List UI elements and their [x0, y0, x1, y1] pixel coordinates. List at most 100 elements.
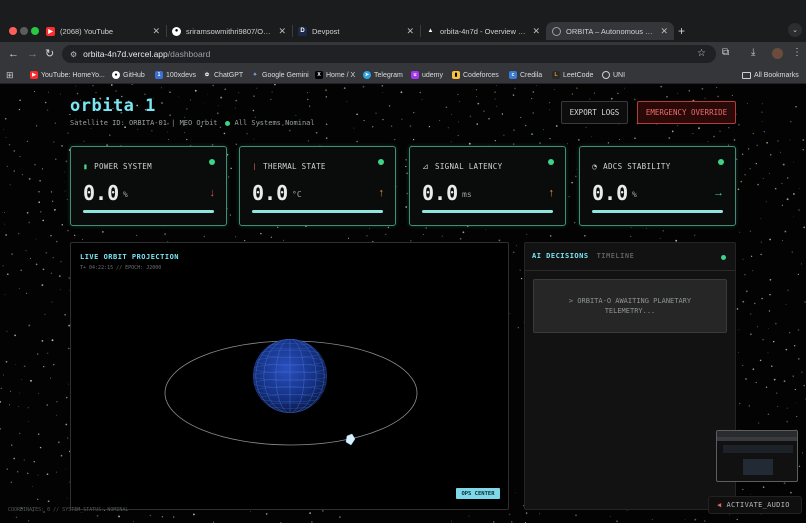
level-bar	[252, 210, 383, 213]
signal-latency-card: ⊿ SIGNAL LATENCY 0.0 ms ↑	[409, 146, 566, 226]
orbit-scene[interactable]	[71, 243, 510, 511]
card-unit: %	[632, 190, 637, 199]
trend-down-arrow-icon: ↓	[209, 187, 216, 199]
card-value: 0.0	[252, 181, 289, 205]
close-tab-icon[interactable]: ✕	[532, 26, 540, 37]
status-indicator-dot	[224, 120, 230, 126]
power-system-card: ▮ POWER SYSTEM 0.0 % ↓	[70, 146, 227, 226]
audio-button-label: ACTIVATE_AUDIO	[726, 501, 790, 509]
card-label: POWER SYSTEM	[94, 162, 152, 171]
browser-tab-vercel[interactable]: ▲ orbita-4n7d - Overview – Ve ✕	[420, 22, 546, 40]
browser-tab-youtube[interactable]: ▶ (2068) YouTube ✕	[40, 22, 166, 40]
extensions-icon[interactable]: ⧉	[722, 47, 729, 58]
bookmarks-bar: ⊞ ▶ YouTube: HomeYo... ● GitHub 1 100xdevs …	[0, 66, 806, 84]
trend-up-arrow-icon: ↑	[378, 187, 385, 199]
bookmark-100xdevs[interactable]: 1 100xdevs	[155, 69, 196, 81]
x-icon: X	[315, 71, 323, 79]
all-bookmarks-folder[interactable]: All Bookmarks	[742, 69, 799, 81]
gemini-icon: ✦	[252, 72, 258, 78]
profile-avatar[interactable]	[772, 48, 783, 59]
close-tab-icon[interactable]: ✕	[152, 26, 160, 37]
telemetry-waiting-message: > ORBITA-O AWAITING PLANETARY TELEMETRY.…	[533, 279, 727, 333]
credila-icon: c	[509, 71, 517, 79]
bookmark-leetcode[interactable]: L LeetCode	[552, 69, 593, 81]
tab-label: ORBITA – Autonomous Space	[566, 26, 655, 36]
tab-label: (2068) YouTube	[60, 26, 114, 36]
satellite-id-text: Satellite ID: ORBITA-01 | MEO Orbit	[70, 119, 218, 127]
bookmark-credila[interactable]: c Credila	[509, 69, 542, 81]
minimize-window-button[interactable]	[20, 27, 28, 35]
vercel-icon: ▲	[427, 28, 434, 34]
new-tab-button[interactable]: +	[678, 24, 685, 38]
status-indicator-dot	[721, 255, 726, 260]
tab-search-chevron-icon[interactable]: ⌄	[788, 23, 802, 37]
orbit-panel-title: LIVE ORBIT PROJECTION	[80, 253, 180, 261]
site-settings-icon[interactable]: ⚙	[70, 50, 77, 59]
maximize-window-button[interactable]	[31, 27, 39, 35]
bookmark-chatgpt[interactable]: ✿ ChatGPT	[203, 69, 243, 81]
bookmark-x[interactable]: X Home / X	[315, 69, 355, 81]
trend-right-arrow-icon: →	[713, 187, 724, 199]
browser-tab-devpost[interactable]: D Devpost ✕	[292, 22, 420, 40]
bookmark-youtube[interactable]: ▶ YouTube: HomeYo...	[30, 69, 105, 81]
url-text: orbita-4n7d.vercel.app/dashboard	[83, 49, 211, 59]
message-line: > ORBITA-O AWAITING PLANETARY	[568, 297, 692, 305]
battery-icon: ▮	[83, 162, 89, 171]
browser-tab-orbita[interactable]: ORBITA – Autonomous Space ✕	[546, 22, 674, 40]
satellite-dish-icon: ⊿	[422, 162, 430, 171]
bookmark-star-icon[interactable]: ☆	[697, 48, 706, 59]
orbit-panel-epoch: T+ 04:22:15 // EPOCH: J2000	[80, 265, 162, 271]
close-tab-icon[interactable]: ✕	[406, 26, 414, 37]
bookmark-codeforces[interactable]: ▮ Codeforces	[452, 69, 499, 81]
level-bar-fill	[422, 210, 553, 213]
speaker-muted-icon: ◀	[717, 501, 722, 509]
close-tab-icon[interactable]: ✕	[660, 26, 668, 37]
close-tab-icon[interactable]: ✕	[278, 26, 286, 37]
card-value: 0.0	[592, 181, 629, 205]
card-label: THERMAL STATE	[263, 162, 326, 171]
forward-arrow-icon[interactable]: →	[27, 47, 38, 61]
bookmark-github[interactable]: ● GitHub	[112, 69, 145, 81]
globe-icon	[602, 71, 610, 79]
tab-timeline[interactable]: TIMELINE	[597, 252, 635, 260]
card-label: SIGNAL LATENCY	[435, 162, 503, 171]
more-menu-icon[interactable]: ⋮	[792, 47, 802, 58]
github-icon: ●	[172, 26, 181, 36]
dashboard-page: orbita 1 Satellite ID: ORBITA-01 | MEO O…	[0, 84, 806, 523]
address-bar[interactable]: ⚙ orbita-4n7d.vercel.app/dashboard ☆	[62, 45, 716, 63]
back-arrow-icon[interactable]: ←	[8, 47, 19, 61]
ops-center-button[interactable]: OPS CENTER	[456, 488, 500, 499]
systems-status-text: All Systems Nominal	[234, 119, 315, 127]
tab-label: Devpost	[312, 26, 340, 36]
activate-audio-button[interactable]: ◀ ACTIVATE_AUDIO	[708, 496, 802, 514]
status-indicator-dot	[378, 159, 384, 165]
tab-ai-decisions[interactable]: AI DECISIONS	[532, 252, 589, 260]
bookmark-telegram[interactable]: ➤ Telegram	[363, 69, 403, 81]
card-unit: %	[123, 190, 128, 199]
emergency-override-button[interactable]: EMERGENCY OVERRIDE	[637, 101, 736, 124]
bookmark-udemy[interactable]: u udemy	[411, 69, 443, 81]
satellite-status-line: Satellite ID: ORBITA-01 | MEO Orbit All …	[70, 119, 315, 127]
udemy-icon: u	[411, 71, 419, 79]
satellite-marker[interactable]	[345, 433, 356, 446]
tab-label: sriramsowmithri9807/ORBITA	[186, 26, 274, 36]
trend-up-arrow-icon: ↑	[548, 187, 555, 199]
apps-grid-icon[interactable]: ⊞	[6, 69, 14, 81]
gauge-icon: ◔	[592, 162, 598, 171]
bookmark-gemini[interactable]: ✦ Google Gemini	[251, 69, 309, 81]
reload-icon[interactable]: ↻	[45, 47, 54, 61]
orbit-projection-panel: LIVE ORBIT PROJECTION T+ 04:22:15 // EPO…	[70, 242, 509, 510]
download-icon[interactable]: ⤓	[751, 47, 755, 58]
browser-toolbar: ← → ↻ ⚙ orbita-4n7d.vercel.app/dashboard…	[0, 42, 806, 66]
screen-share-thumbnail[interactable]	[716, 430, 798, 482]
close-window-button[interactable]	[9, 27, 17, 35]
export-logs-button[interactable]: EXPORT LOGS	[561, 101, 628, 124]
github-icon: ●	[112, 71, 120, 79]
coordinates-readout: COORDINATES: 0 // SYSTEM_STATUS: NOMINAL	[8, 507, 129, 513]
card-unit: °C	[292, 190, 302, 199]
youtube-icon: ▶	[30, 71, 38, 79]
bookmark-uni[interactable]: UNI	[602, 69, 625, 81]
browser-tab-github[interactable]: ● sriramsowmithri9807/ORBITA ✕	[166, 22, 292, 40]
level-bar	[422, 210, 553, 213]
page-title: orbita 1	[70, 96, 156, 116]
